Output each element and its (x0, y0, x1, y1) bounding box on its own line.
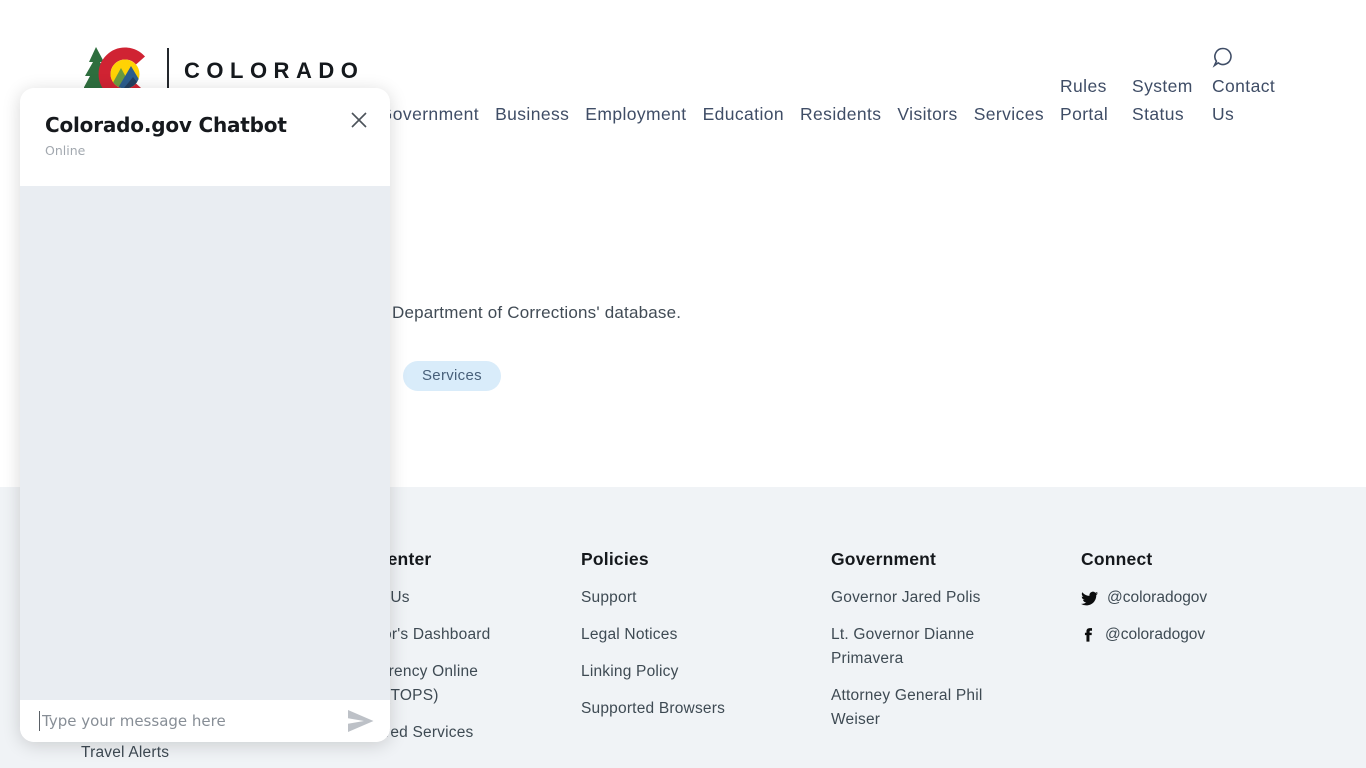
footer-link-facebook[interactable]: @coloradogov (1081, 623, 1331, 647)
nav-item-employment[interactable]: Employment (585, 100, 686, 128)
close-icon (350, 111, 368, 129)
footer-link-travel-alerts[interactable]: Travel Alerts (81, 741, 281, 765)
facebook-handle: @coloradogov (1105, 623, 1205, 647)
nav-item-business[interactable]: Business (495, 100, 569, 128)
nav-item-visitors[interactable]: Visitors (897, 100, 957, 128)
chatbot-message-area (20, 186, 390, 700)
footer-link-governor[interactable]: Governor Jared Polis (831, 586, 1031, 610)
twitter-handle: @coloradogov (1107, 586, 1207, 610)
search-result-snippet: Department of Corrections' database. (392, 303, 681, 323)
chatbot-title: Colorado.gov Chatbot (45, 113, 366, 137)
footer-link-support[interactable]: Support (581, 586, 781, 610)
footer-col-policies: Policies Support Legal Notices Linking P… (581, 549, 831, 768)
footer-link-lt-governor[interactable]: Lt. Governor Dianne Primavera (831, 623, 1031, 671)
footer-heading-government: Government (831, 549, 1081, 569)
primary-navigation: Government Business Employment Education… (379, 46, 1280, 128)
footer-link-supported-browsers[interactable]: Supported Browsers (581, 697, 781, 721)
footer-link-linking-policy[interactable]: Linking Policy (581, 660, 781, 684)
chatbot-close-button[interactable] (348, 109, 370, 131)
nav-item-system-status[interactable]: System Status (1132, 72, 1196, 128)
nav-item-rules-portal[interactable]: Rules Portal (1060, 72, 1116, 128)
facebook-icon (1081, 627, 1096, 643)
footer-col-connect: Connect @coloradogov @coloradogov (1081, 549, 1331, 768)
footer-col-government: Government Governor Jared Polis Lt. Gove… (831, 549, 1081, 768)
footer-heading-connect: Connect (1081, 549, 1331, 569)
services-tag-badge[interactable]: Services (403, 361, 501, 391)
nav-item-services[interactable]: Services (974, 100, 1044, 128)
chatbot-status: Online (45, 143, 366, 158)
nav-item-government[interactable]: Government (379, 100, 479, 128)
chatbot-panel: Colorado.gov Chatbot Online (20, 88, 390, 742)
chatbot-input-bar (20, 700, 390, 742)
chatbot-message-input[interactable] (40, 712, 347, 730)
twitter-icon (1081, 590, 1098, 607)
footer-link-legal-notices[interactable]: Legal Notices (581, 623, 781, 647)
chat-bubble-icon (1212, 46, 1234, 68)
nav-contact-us-label: Contact Us (1212, 76, 1275, 124)
footer-link-twitter[interactable]: @coloradogov (1081, 586, 1331, 610)
send-icon (347, 709, 374, 733)
brand-name: COLORADO (184, 46, 364, 84)
nav-item-education[interactable]: Education (703, 100, 784, 128)
nav-item-contact-us[interactable]: Contact Us (1212, 46, 1280, 128)
chatbot-send-button[interactable] (347, 709, 374, 733)
nav-item-residents[interactable]: Residents (800, 100, 881, 128)
chatbot-header: Colorado.gov Chatbot Online (20, 88, 390, 186)
logo-divider (167, 48, 169, 90)
footer-heading-policies: Policies (581, 549, 831, 569)
footer-link-attorney-general[interactable]: Attorney General Phil Weiser (831, 684, 1031, 732)
